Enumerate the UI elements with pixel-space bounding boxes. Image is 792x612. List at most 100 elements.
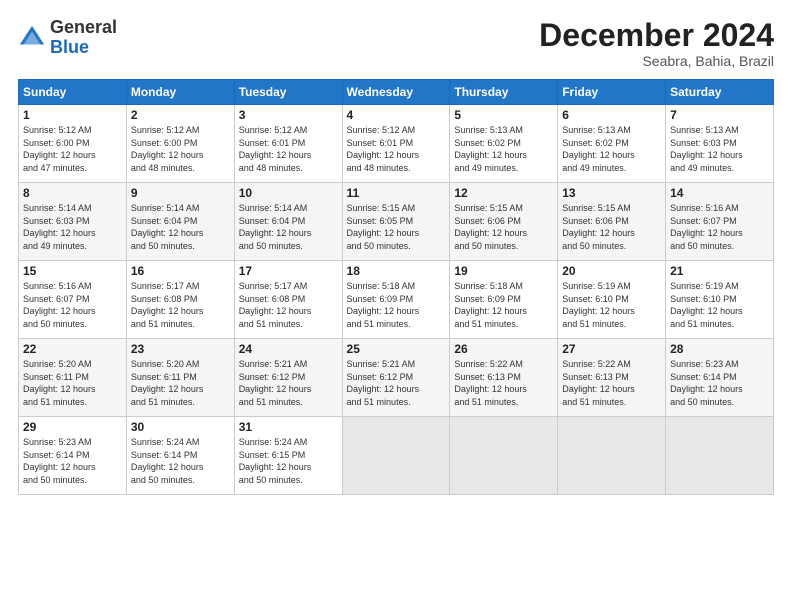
calendar-cell: 11 Sunrise: 5:15 AM Sunset: 6:05 PM Dayli… <box>342 183 450 261</box>
day-number: 7 <box>670 108 769 122</box>
calendar-cell: 5 Sunrise: 5:13 AM Sunset: 6:02 PM Daylig… <box>450 105 558 183</box>
day-number: 29 <box>23 420 122 434</box>
day-number: 2 <box>131 108 230 122</box>
day-info: Sunrise: 5:12 AM Sunset: 6:00 PM Dayligh… <box>131 124 230 174</box>
calendar-cell: 1 Sunrise: 5:12 AM Sunset: 6:00 PM Daylig… <box>19 105 127 183</box>
day-number: 13 <box>562 186 661 200</box>
day-info: Sunrise: 5:24 AM Sunset: 6:15 PM Dayligh… <box>239 436 338 486</box>
day-number: 31 <box>239 420 338 434</box>
calendar-cell: 21 Sunrise: 5:19 AM Sunset: 6:10 PM Dayli… <box>666 261 774 339</box>
day-number: 14 <box>670 186 769 200</box>
day-info: Sunrise: 5:15 AM Sunset: 6:05 PM Dayligh… <box>347 202 446 252</box>
day-info: Sunrise: 5:22 AM Sunset: 6:13 PM Dayligh… <box>562 358 661 408</box>
calendar-cell: 6 Sunrise: 5:13 AM Sunset: 6:02 PM Daylig… <box>558 105 666 183</box>
calendar-cell: 19 Sunrise: 5:18 AM Sunset: 6:09 PM Dayli… <box>450 261 558 339</box>
calendar-cell: 27 Sunrise: 5:22 AM Sunset: 6:13 PM Dayli… <box>558 339 666 417</box>
day-info: Sunrise: 5:12 AM Sunset: 6:00 PM Dayligh… <box>23 124 122 174</box>
calendar-cell <box>450 417 558 495</box>
day-info: Sunrise: 5:16 AM Sunset: 6:07 PM Dayligh… <box>670 202 769 252</box>
day-number: 26 <box>454 342 553 356</box>
logo: General Blue <box>18 18 117 58</box>
col-friday: Friday <box>558 80 666 105</box>
day-number: 17 <box>239 264 338 278</box>
day-info: Sunrise: 5:12 AM Sunset: 6:01 PM Dayligh… <box>347 124 446 174</box>
calendar-week-1: 1 Sunrise: 5:12 AM Sunset: 6:00 PM Daylig… <box>19 105 774 183</box>
calendar-cell: 25 Sunrise: 5:21 AM Sunset: 6:12 PM Dayli… <box>342 339 450 417</box>
day-number: 6 <box>562 108 661 122</box>
calendar-cell: 30 Sunrise: 5:24 AM Sunset: 6:14 PM Dayli… <box>126 417 234 495</box>
day-info: Sunrise: 5:18 AM Sunset: 6:09 PM Dayligh… <box>347 280 446 330</box>
day-info: Sunrise: 5:22 AM Sunset: 6:13 PM Dayligh… <box>454 358 553 408</box>
day-number: 11 <box>347 186 446 200</box>
calendar-cell: 18 Sunrise: 5:18 AM Sunset: 6:09 PM Dayli… <box>342 261 450 339</box>
day-info: Sunrise: 5:23 AM Sunset: 6:14 PM Dayligh… <box>23 436 122 486</box>
day-info: Sunrise: 5:17 AM Sunset: 6:08 PM Dayligh… <box>239 280 338 330</box>
day-number: 23 <box>131 342 230 356</box>
day-info: Sunrise: 5:14 AM Sunset: 6:04 PM Dayligh… <box>131 202 230 252</box>
calendar-week-3: 15 Sunrise: 5:16 AM Sunset: 6:07 PM Dayli… <box>19 261 774 339</box>
calendar-cell: 16 Sunrise: 5:17 AM Sunset: 6:08 PM Dayli… <box>126 261 234 339</box>
day-number: 1 <box>23 108 122 122</box>
day-info: Sunrise: 5:12 AM Sunset: 6:01 PM Dayligh… <box>239 124 338 174</box>
calendar-cell: 23 Sunrise: 5:20 AM Sunset: 6:11 PM Dayli… <box>126 339 234 417</box>
day-number: 5 <box>454 108 553 122</box>
day-number: 25 <box>347 342 446 356</box>
day-info: Sunrise: 5:20 AM Sunset: 6:11 PM Dayligh… <box>131 358 230 408</box>
day-info: Sunrise: 5:14 AM Sunset: 6:03 PM Dayligh… <box>23 202 122 252</box>
calendar-cell: 20Sunrise: 5:19 AM Sunset: 6:10 PM Dayli… <box>558 261 666 339</box>
calendar-cell <box>342 417 450 495</box>
day-info: Sunrise: 5:19 AM Sunset: 6:10 PM Dayligh… <box>670 280 769 330</box>
day-info: Sunrise: 5:21 AM Sunset: 6:12 PM Dayligh… <box>347 358 446 408</box>
calendar-cell: 26 Sunrise: 5:22 AM Sunset: 6:13 PM Dayli… <box>450 339 558 417</box>
day-info: Sunrise: 5:13 AM Sunset: 6:02 PM Dayligh… <box>562 124 661 174</box>
calendar-cell: 22Sunrise: 5:20 AM Sunset: 6:11 PM Dayli… <box>19 339 127 417</box>
day-number: 18 <box>347 264 446 278</box>
day-info: Sunrise: 5:16 AM Sunset: 6:07 PM Dayligh… <box>23 280 122 330</box>
title-block: December 2024 Seabra, Bahia, Brazil <box>539 18 774 69</box>
day-number: 21 <box>670 264 769 278</box>
day-info: Sunrise: 5:14 AM Sunset: 6:04 PM Dayligh… <box>239 202 338 252</box>
day-number: 30 <box>131 420 230 434</box>
day-number: 4 <box>347 108 446 122</box>
calendar-cell: 3 Sunrise: 5:12 AM Sunset: 6:01 PM Daylig… <box>234 105 342 183</box>
day-info: Sunrise: 5:15 AM Sunset: 6:06 PM Dayligh… <box>562 202 661 252</box>
calendar-cell: 10Sunrise: 5:14 AM Sunset: 6:04 PM Dayli… <box>234 183 342 261</box>
col-sunday: Sunday <box>19 80 127 105</box>
calendar-cell: 12Sunrise: 5:15 AM Sunset: 6:06 PM Dayli… <box>450 183 558 261</box>
day-info: Sunrise: 5:18 AM Sunset: 6:09 PM Dayligh… <box>454 280 553 330</box>
calendar-cell: 2 Sunrise: 5:12 AM Sunset: 6:00 PM Daylig… <box>126 105 234 183</box>
day-info: Sunrise: 5:19 AM Sunset: 6:10 PM Dayligh… <box>562 280 661 330</box>
calendar-cell <box>558 417 666 495</box>
logo-icon <box>18 24 46 52</box>
day-number: 16 <box>131 264 230 278</box>
day-info: Sunrise: 5:17 AM Sunset: 6:08 PM Dayligh… <box>131 280 230 330</box>
calendar-cell: 7 Sunrise: 5:13 AM Sunset: 6:03 PM Daylig… <box>666 105 774 183</box>
calendar-cell: 29 Sunrise: 5:23 AM Sunset: 6:14 PM Dayli… <box>19 417 127 495</box>
day-info: Sunrise: 5:13 AM Sunset: 6:03 PM Dayligh… <box>670 124 769 174</box>
calendar-cell: 13 Sunrise: 5:15 AM Sunset: 6:06 PM Dayli… <box>558 183 666 261</box>
calendar-week-2: 8 Sunrise: 5:14 AM Sunset: 6:03 PM Daylig… <box>19 183 774 261</box>
calendar-cell: 24Sunrise: 5:21 AM Sunset: 6:12 PM Dayli… <box>234 339 342 417</box>
day-number: 27 <box>562 342 661 356</box>
calendar-week-4: 22 Sunrise: 5:20 AM Sunset: 6:11 PM Dayli… <box>19 339 774 417</box>
logo-text: General Blue <box>50 18 117 58</box>
day-number: 3 <box>239 108 338 122</box>
col-wednesday: Wednesday <box>342 80 450 105</box>
calendar-cell: 15 Sunrise: 5:16 AM Sunset: 6:07 PM Dayli… <box>19 261 127 339</box>
day-number: 8 <box>23 186 122 200</box>
month-title: December 2024 <box>539 18 774 53</box>
calendar-cell <box>666 417 774 495</box>
page: General Blue December 2024 Seabra, Bahia… <box>0 0 792 612</box>
day-number: 12 <box>454 186 553 200</box>
day-info: Sunrise: 5:13 AM Sunset: 6:02 PM Dayligh… <box>454 124 553 174</box>
day-info: Sunrise: 5:24 AM Sunset: 6:14 PM Dayligh… <box>131 436 230 486</box>
calendar-cell: 31 Sunrise: 5:24 AM Sunset: 6:15 PM Dayli… <box>234 417 342 495</box>
calendar-cell: 4 Sunrise: 5:12 AM Sunset: 6:01 PM Daylig… <box>342 105 450 183</box>
day-number: 15 <box>23 264 122 278</box>
calendar-cell: 9Sunrise: 5:14 AM Sunset: 6:04 PM Daylig… <box>126 183 234 261</box>
col-thursday: Thursday <box>450 80 558 105</box>
day-info: Sunrise: 5:23 AM Sunset: 6:14 PM Dayligh… <box>670 358 769 408</box>
day-number: 22 <box>23 342 122 356</box>
day-info: Sunrise: 5:21 AM Sunset: 6:12 PM Dayligh… <box>239 358 338 408</box>
day-number: 19 <box>454 264 553 278</box>
